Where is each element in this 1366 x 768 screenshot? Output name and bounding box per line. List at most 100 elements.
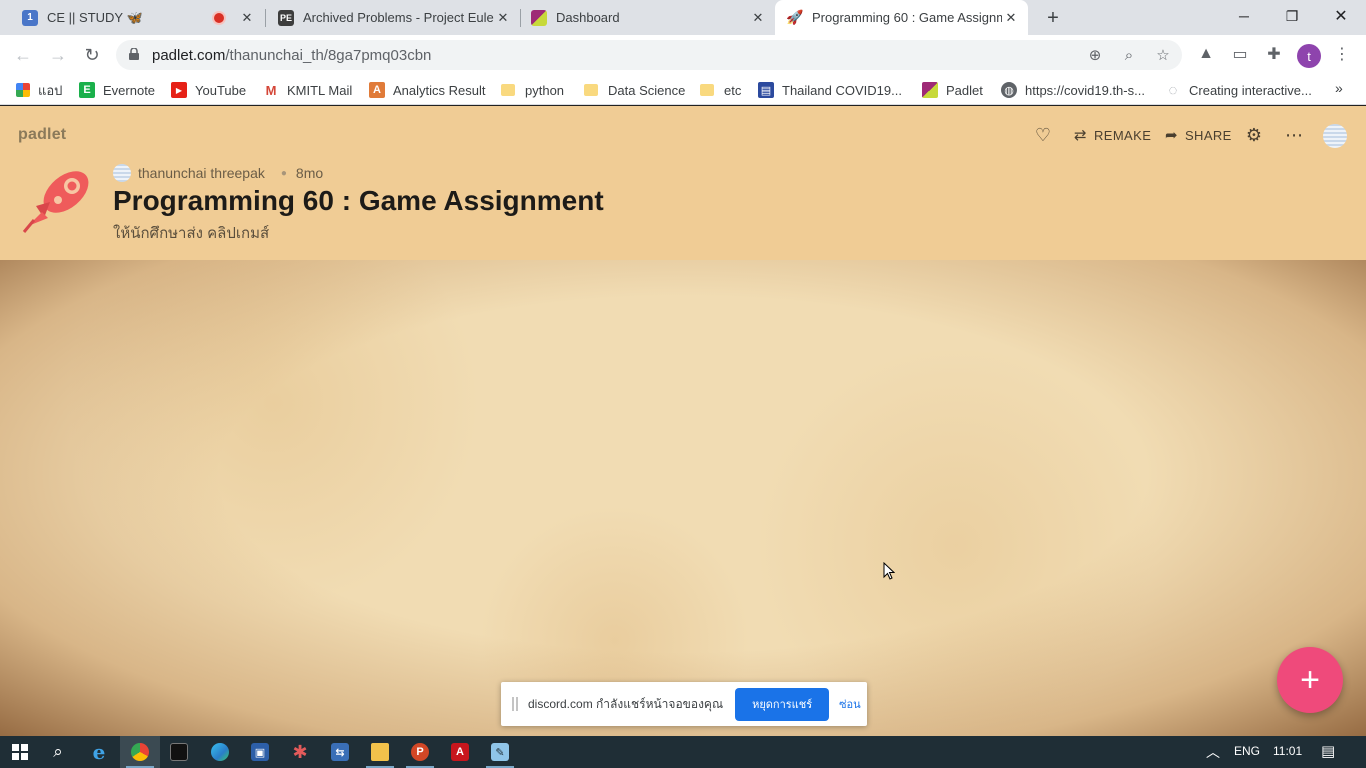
network-app-icon: ✱ bbox=[292, 741, 308, 762]
taskbar-file-explorer[interactable] bbox=[360, 736, 400, 768]
author-avatar[interactable] bbox=[113, 164, 131, 182]
search-button[interactable]: ⌕ bbox=[38, 736, 78, 768]
tab-programming-60[interactable]: 🚀 Programming 60 : Game Assignment ✕ bbox=[775, 0, 1028, 35]
padlet-canvas[interactable] bbox=[0, 260, 1366, 736]
transfer-app-icon: ⇆ bbox=[331, 743, 349, 761]
notifications-icon[interactable]: ▤ bbox=[1321, 742, 1335, 760]
tab-favicon-icon: PE bbox=[278, 9, 294, 26]
tab-project-euler[interactable]: PE Archived Problems - Project Euler ✕ bbox=[256, 0, 520, 35]
tab-close-icon[interactable]: ✕ bbox=[1002, 9, 1020, 27]
screen-share-bar: discord.com กำลังแชร์หน้าจอของคุณ หยุดกา… bbox=[501, 682, 867, 726]
bookmark-padlet[interactable]: Padlet bbox=[922, 81, 983, 99]
restore-button[interactable]: ❐ bbox=[1268, 0, 1316, 32]
bookmark-label: Thailand COVID19... bbox=[782, 82, 902, 98]
more-options-icon[interactable]: ⋯ bbox=[1282, 123, 1306, 147]
tab-dashboard[interactable]: Dashboard ✕ bbox=[509, 0, 775, 35]
bookmark-label: https://covid19.th-s... bbox=[1025, 82, 1145, 98]
stop-sharing-button[interactable]: หยุดการแชร์ bbox=[735, 687, 830, 721]
tab-favicon-icon bbox=[531, 9, 547, 26]
remake-label: REMAKE bbox=[1093, 127, 1152, 143]
padlet-logo[interactable]: padlet bbox=[18, 126, 66, 144]
show-hidden-icons-icon[interactable]: ︿ bbox=[1206, 742, 1220, 762]
bookmark-label: KMITL Mail bbox=[287, 82, 353, 98]
url-host: padlet.com bbox=[152, 47, 226, 64]
extensions-puzzle-icon[interactable]: ✚ bbox=[1263, 43, 1285, 65]
tab-ce-study[interactable]: 1 CE || STUDY 🦋 ✕ bbox=[0, 0, 264, 35]
heart-icon[interactable]: ♡ bbox=[1031, 123, 1055, 147]
folder-icon bbox=[700, 84, 714, 96]
analytics-icon: A bbox=[369, 82, 385, 98]
reload-button[interactable]: ↻ bbox=[79, 42, 105, 68]
bookmark-creating-interactive[interactable]: ◌ Creating interactive... bbox=[1165, 81, 1312, 99]
tab-favicon-icon: 1 bbox=[22, 9, 38, 26]
taskbar-app-transfer[interactable]: ⇆ bbox=[320, 736, 360, 768]
taskbar-powerpoint[interactable]: P bbox=[400, 736, 440, 768]
install-app-icon[interactable]: ⊕ bbox=[1085, 45, 1105, 65]
bookmark-folder-python[interactable]: python bbox=[501, 81, 564, 99]
youtube-icon: ▶ bbox=[171, 82, 187, 98]
tab-close-icon[interactable]: ✕ bbox=[749, 9, 767, 27]
drag-handle-icon[interactable] bbox=[512, 697, 518, 711]
padlet-title: Programming 60 : Game Assignment bbox=[113, 185, 604, 216]
bookmark-folder-data-science[interactable]: Data Science bbox=[584, 81, 685, 99]
rocket-favicon-icon: 🚀 bbox=[786, 9, 804, 25]
minimize-button[interactable]: ─ bbox=[1220, 0, 1268, 32]
url-text: padlet.com/thanunchai_th/8ga7pmq03cbn bbox=[152, 47, 431, 64]
user-avatar[interactable] bbox=[1323, 124, 1347, 148]
bookmark-evernote[interactable]: E Evernote bbox=[79, 81, 155, 99]
acrobat-icon: A bbox=[451, 743, 469, 761]
bookmark-analytics-result[interactable]: A Analytics Result bbox=[369, 81, 485, 99]
tab-close-icon[interactable]: ✕ bbox=[238, 9, 256, 27]
bookmarks-overflow-icon[interactable]: » bbox=[1335, 80, 1343, 96]
bookmark-apps[interactable]: แอป bbox=[16, 81, 62, 99]
edge-icon bbox=[211, 743, 229, 761]
drive-extension-icon[interactable]: ▲ bbox=[1195, 43, 1217, 65]
share-button[interactable]: ➦ SHARE bbox=[1165, 124, 1232, 146]
close-window-button[interactable]: ✕ bbox=[1317, 0, 1365, 32]
back-button[interactable]: ← bbox=[10, 42, 36, 68]
zoom-icon[interactable]: ⌕ bbox=[1119, 45, 1139, 65]
internet-explorer-icon: e bbox=[92, 740, 106, 764]
hide-bar-button[interactable]: ซ่อน bbox=[839, 695, 861, 713]
clock[interactable]: 11:01 bbox=[1273, 744, 1302, 758]
padlet-page: padlet ♡ ⇄ REMAKE ➦ SHARE ⚙ ⋯ thanunchai… bbox=[0, 106, 1366, 736]
author-name[interactable]: thanunchai threepak bbox=[138, 165, 265, 181]
taskbar-internet-explorer[interactable]: e bbox=[79, 736, 119, 768]
taskbar-chrome[interactable] bbox=[120, 736, 160, 768]
taskbar-app-network[interactable]: ✱ bbox=[280, 736, 320, 768]
remote-desktop-icon: ▣ bbox=[251, 743, 269, 761]
bookmark-thailand-covid[interactable]: ▤ Thailand COVID19... bbox=[758, 81, 902, 99]
start-button[interactable] bbox=[0, 736, 40, 768]
powerpoint-icon: P bbox=[411, 743, 429, 761]
remake-button[interactable]: ⇄ REMAKE bbox=[1074, 124, 1151, 146]
taskbar-remote-app[interactable]: ▣ bbox=[240, 736, 280, 768]
bookmark-label: Data Science bbox=[608, 82, 686, 98]
share-label: SHARE bbox=[1184, 127, 1232, 143]
post-age: 8mo bbox=[295, 165, 324, 181]
language-indicator[interactable]: ENG bbox=[1234, 744, 1260, 758]
taskbar-notepad[interactable]: ✎ bbox=[480, 736, 520, 768]
remake-icon: ⇄ bbox=[1074, 127, 1087, 144]
forward-button[interactable]: → bbox=[45, 42, 71, 68]
taskbar-edge[interactable] bbox=[200, 736, 240, 768]
taskbar-acrobat[interactable]: A bbox=[440, 736, 480, 768]
bookmarks-bar: แอป E Evernote ▶ YouTube M KMITL Mail A … bbox=[0, 75, 1366, 105]
taskbar-terminal[interactable] bbox=[159, 736, 199, 768]
profile-avatar[interactable]: t bbox=[1297, 44, 1321, 68]
chrome-icon bbox=[131, 743, 149, 761]
bookmark-kmitl-mail[interactable]: M KMITL Mail bbox=[263, 81, 353, 99]
recording-icon bbox=[214, 12, 224, 23]
new-tab-button[interactable]: + bbox=[1041, 6, 1065, 30]
line-extension-icon[interactable]: ▭ bbox=[1229, 43, 1251, 65]
address-bar[interactable]: padlet.com/thanunchai_th/8ga7pmq03cbn ⊕ … bbox=[116, 40, 1182, 70]
tab-title: CE || STUDY 🦋 bbox=[47, 9, 143, 25]
bookmark-covid19-th[interactable]: ◍ https://covid19.th-s... bbox=[1001, 81, 1145, 99]
bookmark-star-icon[interactable]: ☆ bbox=[1153, 45, 1173, 65]
settings-gear-icon[interactable]: ⚙ bbox=[1242, 123, 1266, 147]
browser-menu-icon[interactable]: ⋮ bbox=[1331, 43, 1353, 65]
windows-taskbar: ⌕ e ▣ ✱ ⇆ P A ✎ ︿ ENG 11:01 ▤ bbox=[0, 736, 1366, 768]
add-post-button[interactable]: + bbox=[1277, 647, 1343, 713]
bookmark-folder-etc[interactable]: etc bbox=[700, 81, 741, 99]
folder-icon bbox=[501, 84, 515, 96]
bookmark-youtube[interactable]: ▶ YouTube bbox=[171, 81, 246, 99]
